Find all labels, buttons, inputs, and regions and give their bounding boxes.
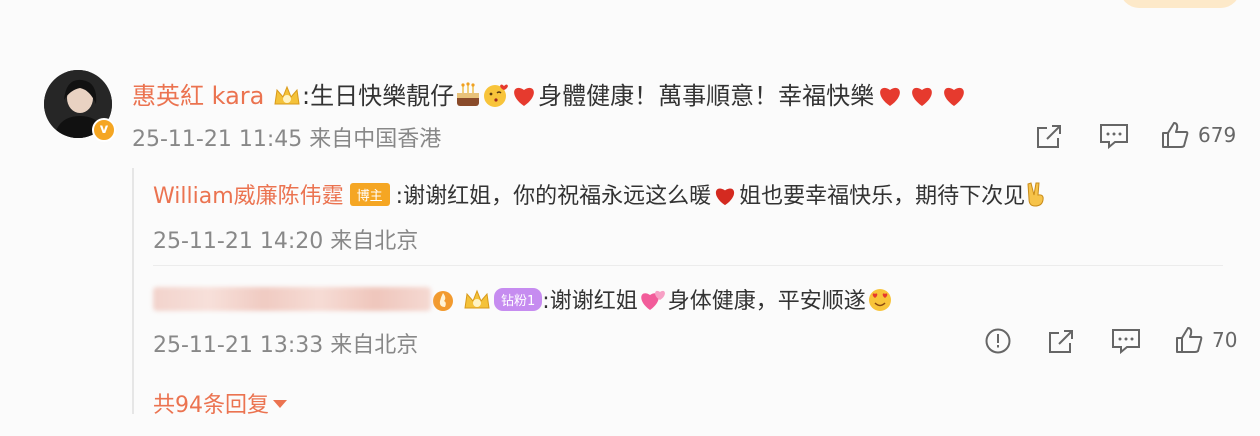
caret-down-icon xyxy=(273,400,287,408)
main-comment-username[interactable]: 惠英紅 kara xyxy=(132,82,264,110)
heart-icon xyxy=(906,82,938,114)
main-comment-text-1: :生日快樂靚仔 xyxy=(302,82,455,110)
main-comment-time: 25-11-21 11:45 xyxy=(132,127,303,152)
flame-badge-icon xyxy=(431,288,455,318)
like-button[interactable]: 679 xyxy=(1160,120,1236,150)
reply-1-source: 来自北京 xyxy=(330,229,419,254)
like-button[interactable]: 70 xyxy=(1174,325,1237,355)
comment-button[interactable] xyxy=(1098,122,1130,150)
reply-2: 钻粉1:谢谢红姐 身体健康，平安顺遂 xyxy=(153,283,894,318)
heart-icon xyxy=(938,82,970,114)
reply-1: William威廉陈伟霆 博主:谢谢红姐，你的祝福永远这么暖 姐也要幸福快乐，期待下… xyxy=(153,178,1047,213)
share-button[interactable] xyxy=(1034,122,1064,150)
victory-hand-icon xyxy=(1025,181,1047,213)
report-button[interactable] xyxy=(984,327,1012,355)
reply-2-source: 来自北京 xyxy=(330,333,419,358)
report-icon xyxy=(985,328,1011,354)
reply-1-time: 25-11-21 14:20 xyxy=(153,229,324,254)
reply-1-meta: 25-11-21 14:20 来自北京 xyxy=(153,223,418,255)
heart-icon xyxy=(711,183,739,213)
comment-icon xyxy=(1100,124,1128,150)
comment-button[interactable] xyxy=(1110,327,1142,355)
pink-hearts-icon xyxy=(638,286,668,318)
share-button[interactable] xyxy=(1046,327,1076,355)
verified-badge-icon: v xyxy=(92,118,116,142)
more-replies-link[interactable]: 共94条回复 xyxy=(153,387,287,419)
reply-2-text-1: :谢谢红姐 xyxy=(542,289,638,314)
crown-badge-icon xyxy=(462,288,492,312)
crown-badge-icon xyxy=(272,84,302,108)
comment-icon xyxy=(1112,329,1140,355)
kiss-face-icon xyxy=(482,82,510,114)
main-comment-meta: 25-11-21 11:45 来自中国香港 xyxy=(132,121,441,153)
top-right-pill xyxy=(1120,0,1240,8)
more-replies-label: 共94条回复 xyxy=(153,393,269,418)
heart-icon xyxy=(510,82,538,114)
reply-1-username[interactable]: William威廉陈伟霆 xyxy=(153,184,344,209)
reply-1-text-2: 姐也要幸福快乐，期待下次见 xyxy=(739,184,1026,209)
fan-tag: 钻粉1 xyxy=(494,288,543,311)
reply-1-text-1: :谢谢红姐，你的祝福永远这么暖 xyxy=(395,184,712,209)
main-comment-text-2: 身體健康！萬事順意！幸福快樂 xyxy=(538,82,875,110)
blurred-username[interactable] xyxy=(153,287,431,311)
cake-icon xyxy=(454,82,482,114)
like-icon xyxy=(1162,122,1189,148)
reply-divider xyxy=(153,265,1223,266)
heart-eyes-icon xyxy=(866,286,894,318)
thread-bar xyxy=(132,168,134,414)
main-comment-source: 来自中国香港 xyxy=(309,127,442,152)
host-tag: 博主 xyxy=(349,183,390,206)
share-icon xyxy=(1049,330,1073,353)
reply-2-time: 25-11-21 13:33 xyxy=(153,333,324,358)
main-like-count: 679 xyxy=(1198,123,1237,147)
reply-2-like-count: 70 xyxy=(1212,328,1238,352)
share-icon xyxy=(1037,125,1061,148)
main-comment: 惠英紅 kara :生日快樂靚仔 身體健康！萬事順意！幸福快樂 xyxy=(132,76,970,114)
heart-icon xyxy=(874,82,906,114)
reply-2-text-2: 身体健康，平安顺遂 xyxy=(667,289,866,314)
like-icon xyxy=(1176,327,1203,353)
reply-2-meta: 25-11-21 13:33 来自北京 xyxy=(153,327,418,359)
